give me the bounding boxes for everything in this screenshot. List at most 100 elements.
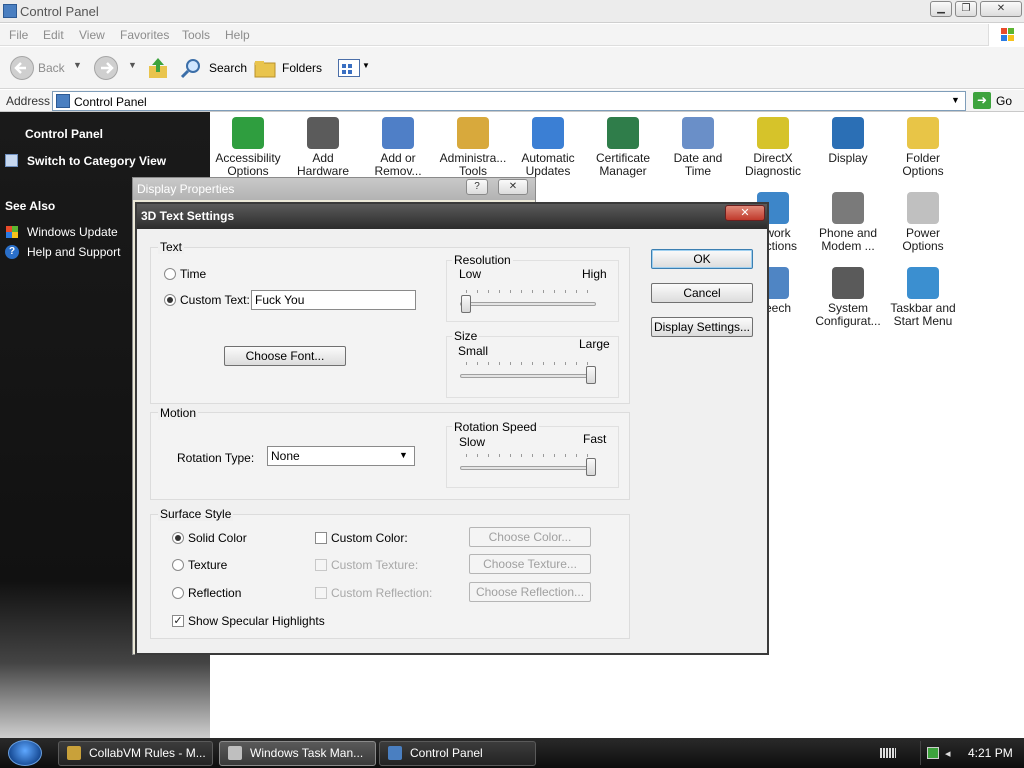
- search-button-label[interactable]: Search: [209, 61, 247, 75]
- menu-file[interactable]: File: [9, 28, 28, 42]
- clock[interactable]: 4:21 PM: [968, 746, 1013, 760]
- display-properties-close-button[interactable]: ✕: [498, 179, 528, 195]
- menu-view[interactable]: View: [79, 28, 105, 42]
- windows-update-link[interactable]: Windows Update: [27, 225, 118, 239]
- control-panel-taskbar-icon: [388, 746, 402, 760]
- size-slider-thumb[interactable]: [586, 366, 596, 384]
- control-panel-item[interactable]: Taskbar and Start Menu: [885, 267, 961, 328]
- taskbar-item-label: Control Panel: [410, 746, 483, 760]
- search-icon[interactable]: [180, 57, 204, 79]
- taskbar-item-control-panel[interactable]: Control Panel: [379, 741, 536, 766]
- control-panel-item[interactable]: Automatic Updates: [510, 117, 586, 178]
- control-panel-item[interactable]: Display: [810, 117, 886, 165]
- back-arrow-icon[interactable]: [10, 56, 34, 80]
- dialog-title-bar[interactable]: 3D Text Settings ✕: [137, 204, 767, 229]
- control-panel-item-icon: [532, 117, 564, 149]
- maximize-button[interactable]: ❐: [955, 1, 977, 17]
- menu-help[interactable]: Help: [225, 28, 250, 42]
- views-dropdown-icon[interactable]: ▼: [362, 61, 370, 70]
- switch-to-category-view-link[interactable]: Switch to Category View: [27, 154, 166, 168]
- control-panel-item[interactable]: DirectX Diagnostic: [735, 117, 811, 178]
- display-settings-button[interactable]: Display Settings...: [651, 317, 753, 337]
- help-and-support-link[interactable]: Help and Support: [27, 245, 120, 259]
- resolution-slider-track[interactable]: [460, 302, 596, 306]
- task-manager-icon: [228, 746, 242, 760]
- menu-tools[interactable]: Tools: [182, 28, 210, 42]
- custom-color-checkbox[interactable]: [315, 532, 327, 544]
- close-button[interactable]: ✕: [980, 1, 1022, 17]
- time-radio[interactable]: [164, 268, 176, 280]
- texture-radio[interactable]: [172, 559, 184, 571]
- control-panel-item[interactable]: Date and Time: [660, 117, 736, 178]
- control-panel-item[interactable]: Phone and Modem ...: [810, 192, 886, 253]
- show-specular-highlights-checkbox[interactable]: ✓: [172, 615, 184, 627]
- size-label: Size: [452, 329, 480, 343]
- size-slider-track[interactable]: [460, 374, 596, 378]
- dialog-close-button[interactable]: ✕: [725, 205, 765, 221]
- rotation-type-value: None: [271, 449, 300, 463]
- folders-icon[interactable]: [254, 58, 278, 78]
- go-arrow-icon[interactable]: ➜: [973, 92, 991, 109]
- title-bar[interactable]: Control Panel ▁ ❐ ✕: [0, 0, 1024, 23]
- cancel-button[interactable]: Cancel: [651, 283, 753, 303]
- size-large-label: Large: [579, 337, 610, 351]
- taskbar-item-collabvm-rules[interactable]: CollabVM Rules - M...: [58, 741, 213, 766]
- back-dropdown-icon[interactable]: ▼: [73, 60, 82, 70]
- text-group-label: Text: [158, 240, 185, 254]
- resolution-slider-thumb[interactable]: [461, 295, 471, 313]
- taskbar: CollabVM Rules - M... Windows Task Man..…: [0, 738, 1024, 768]
- menu-favorites[interactable]: Favorites: [120, 28, 169, 42]
- solid-color-radio[interactable]: [172, 532, 184, 544]
- forward-arrow-icon[interactable]: [94, 56, 118, 80]
- control-panel-item[interactable]: Administra... Tools: [435, 117, 511, 178]
- control-panel-item-icon: [307, 117, 339, 149]
- choose-texture-button[interactable]: Choose Texture...: [469, 554, 591, 574]
- control-panel-item-label: Options: [902, 239, 944, 253]
- rotation-type-select[interactable]: None ▼: [267, 446, 415, 466]
- up-folder-icon[interactable]: [147, 56, 169, 80]
- control-panel-item[interactable]: Accessibility Options: [210, 117, 286, 178]
- taskbar-item-task-manager[interactable]: Windows Task Man...: [219, 741, 376, 766]
- menu-edit[interactable]: Edit: [43, 28, 64, 42]
- minimize-button[interactable]: ▁: [930, 1, 952, 17]
- forward-dropdown-icon[interactable]: ▼: [128, 60, 137, 70]
- volume-icon[interactable]: ◂: [945, 747, 957, 760]
- folders-button-label[interactable]: Folders: [282, 61, 322, 75]
- control-panel-item[interactable]: Certificate Manager: [585, 117, 661, 178]
- address-dropdown-icon[interactable]: ▼: [951, 95, 960, 105]
- choose-reflection-button[interactable]: Choose Reflection...: [469, 582, 591, 602]
- control-panel-item[interactable]: System Configurat...: [810, 267, 886, 328]
- start-button-icon[interactable]: [8, 740, 42, 766]
- custom-texture-checkbox[interactable]: [315, 559, 327, 571]
- control-panel-item[interactable]: Add or Remov...: [360, 117, 436, 178]
- network-icon[interactable]: [927, 747, 939, 759]
- choose-color-button[interactable]: Choose Color...: [469, 527, 591, 547]
- help-button[interactable]: ?: [466, 179, 488, 195]
- resolution-label: Resolution: [452, 253, 513, 267]
- control-panel-small-icon: [56, 94, 70, 108]
- go-button-label[interactable]: Go: [996, 94, 1012, 108]
- control-panel-item-label: Manager: [599, 164, 647, 178]
- control-panel-item[interactable]: Add Hardware: [285, 117, 361, 178]
- display-properties-title-bar[interactable]: Display Properties ? ✕: [133, 178, 535, 200]
- custom-text-input[interactable]: Fuck You: [251, 290, 416, 310]
- rotation-speed-slider-thumb[interactable]: [586, 458, 596, 476]
- reflection-radio[interactable]: [172, 587, 184, 599]
- control-panel-item[interactable]: Power Options: [885, 192, 961, 253]
- rotation-speed-slider-track[interactable]: [460, 466, 596, 470]
- choose-font-button[interactable]: Choose Font...: [224, 346, 346, 366]
- ok-button[interactable]: OK: [651, 249, 753, 269]
- views-icon[interactable]: [338, 59, 360, 77]
- custom-reflection-label: Custom Reflection:: [331, 586, 433, 600]
- control-panel-item[interactable]: Folder Options: [885, 117, 961, 178]
- see-also-heading: See Also: [5, 199, 56, 213]
- taskbar-item-label: CollabVM Rules - M...: [89, 746, 206, 760]
- back-button-label[interactable]: Back: [38, 61, 65, 75]
- custom-text-radio[interactable]: [164, 294, 176, 306]
- rotation-type-dropdown-icon[interactable]: ▼: [399, 450, 408, 460]
- control-panel-icon: [3, 4, 17, 18]
- keyboard-icon[interactable]: [880, 748, 896, 758]
- dialog-title: 3D Text Settings: [141, 209, 235, 223]
- custom-reflection-checkbox[interactable]: [315, 587, 327, 599]
- address-input[interactable]: Control Panel ▼: [52, 91, 966, 111]
